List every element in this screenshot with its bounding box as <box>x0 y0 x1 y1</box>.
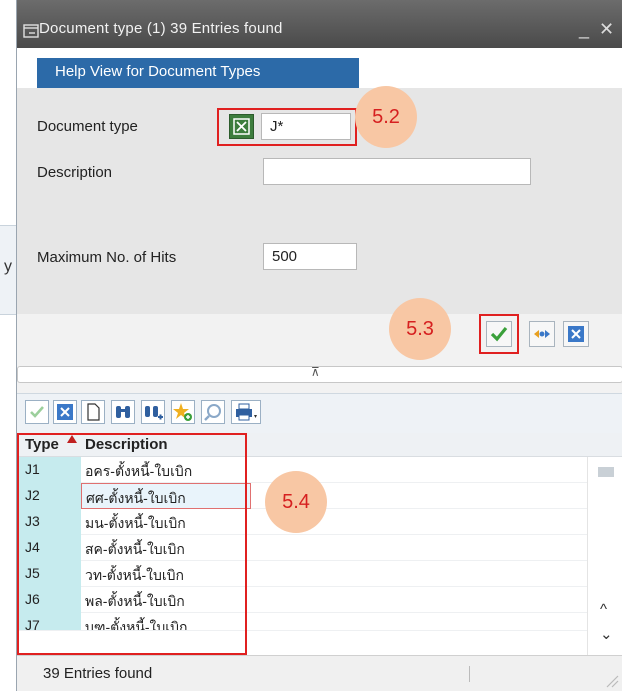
enter-arrows-icon <box>534 330 550 338</box>
dialog-title: Document type (1) 39 Entries found <box>39 20 283 37</box>
grid-vertical-scrollbar[interactable]: ^ ⌄ <box>587 457 622 655</box>
cancel-button[interactable] <box>563 321 589 347</box>
scroll-up-icon[interactable]: ^ <box>600 601 607 618</box>
status-bar: 39 Entries found <box>17 655 622 691</box>
pane-splitter[interactable]: ⊼ <box>17 365 622 383</box>
annotation-badge-5-2: 5.2 <box>355 86 417 148</box>
checkmark-icon <box>490 326 508 342</box>
star-add-icon <box>173 403 192 421</box>
background-page-text: y <box>4 258 12 275</box>
annotation-badge-5-3: 5.3 <box>389 298 451 360</box>
tool-print-button[interactable] <box>231 400 261 424</box>
dialog-action-bar: 5.3 <box>17 298 622 360</box>
background-page-edge: y <box>0 225 16 315</box>
tool-find-next-button[interactable] <box>141 400 165 424</box>
close-button[interactable]: ✕ <box>599 20 614 38</box>
max-hits-label: Maximum No. of Hits <box>37 249 177 266</box>
continue-button[interactable] <box>486 321 512 347</box>
printer-icon <box>236 403 257 421</box>
results-grid: Type Description J1 อคร-ตั้งหนี้-ใบเบิก … <box>17 433 622 655</box>
minimize-button[interactable]: _ <box>579 20 589 38</box>
scroll-down-icon[interactable]: ⌄ <box>600 625 613 643</box>
document-icon <box>87 403 100 421</box>
binoculars-icon <box>116 406 130 418</box>
cancel-icon <box>568 326 584 342</box>
tab-help-view-document-types[interactable]: Help View for Document Types <box>37 58 359 88</box>
close-icon <box>57 404 73 420</box>
tool-details-button[interactable] <box>81 400 105 424</box>
enter-button[interactable] <box>529 321 555 347</box>
description-label: Description <box>37 164 113 181</box>
resize-grip-icon[interactable] <box>605 674 619 688</box>
tool-favorites-button[interactable] <box>171 400 195 424</box>
restrictions-form: Document type J* 5.2 Description Maximum… <box>17 86 622 314</box>
tab-strip: Help View for Document Types <box>17 48 622 88</box>
find-next-icon <box>145 406 163 420</box>
max-hits-input[interactable]: 500 <box>263 243 357 270</box>
tool-find-button[interactable] <box>111 400 135 424</box>
annotation-box-5-2 <box>217 108 357 146</box>
tool-cancel-button[interactable] <box>53 400 77 424</box>
document-type-label: Document type <box>37 118 138 135</box>
annotation-box-5-4 <box>17 433 247 655</box>
tool-info-button[interactable] <box>201 400 225 424</box>
status-text: 39 Entries found <box>43 665 153 682</box>
splitter-handle-icon: ⊼ <box>311 365 320 379</box>
window-menu-icon[interactable] <box>23 24 39 38</box>
description-input[interactable] <box>263 158 531 185</box>
annotation-badge-5-4: 5.4 <box>265 471 327 533</box>
results-toolbar <box>17 393 622 433</box>
tool-copy-button[interactable] <box>25 400 49 424</box>
scrollbar-thumb[interactable] <box>598 467 614 477</box>
check-icon <box>30 406 44 418</box>
dialog-title-bar: Document type (1) 39 Entries found _ ✕ <box>17 0 622 48</box>
status-separator <box>469 666 470 682</box>
help-icon <box>204 404 221 421</box>
search-help-dialog: Document type (1) 39 Entries found _ ✕ H… <box>16 0 622 691</box>
